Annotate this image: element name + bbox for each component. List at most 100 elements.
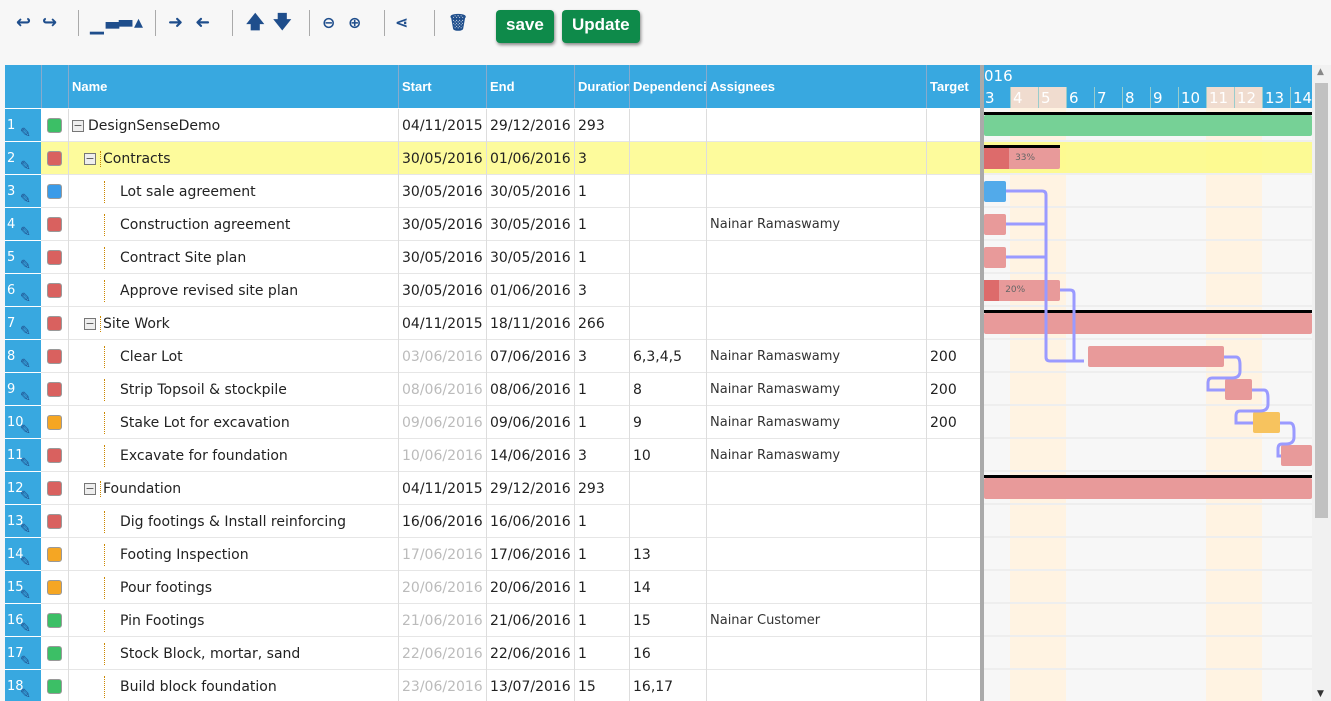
table-row[interactable]: 8 ✎ Clear Lot 03/06/2016 07/06/2016 3 6,3,4,5 N… xyxy=(5,340,980,373)
dep-cell[interactable] xyxy=(629,241,706,274)
dur-cell[interactable]: 1 xyxy=(574,175,629,208)
target-cell[interactable] xyxy=(926,670,980,701)
target-cell[interactable] xyxy=(926,307,980,340)
dependency-link[interactable] xyxy=(1206,355,1242,392)
name-cell[interactable]: − Contracts xyxy=(68,142,398,175)
target-cell[interactable] xyxy=(926,538,980,571)
dur-cell[interactable]: 15 xyxy=(574,670,629,701)
dependency-link[interactable] xyxy=(1234,388,1270,425)
table-row[interactable]: 13 ✎ Dig footings & Install reinforcing 16/… xyxy=(5,505,980,538)
end-cell[interactable]: 30/05/2016 xyxy=(486,175,574,208)
collapse-icon[interactable]: − xyxy=(72,120,84,132)
target-cell[interactable]: 200 xyxy=(926,406,980,439)
dur-cell[interactable]: 266 xyxy=(574,307,629,340)
row-number[interactable]: 17 ✎ xyxy=(5,637,41,670)
end-cell[interactable]: 20/06/2016 xyxy=(486,571,574,604)
table-row[interactable]: 1 ✎ − DesignSenseDemo 04/11/2015 29/12/2016 29… xyxy=(5,109,980,142)
target-cell[interactable] xyxy=(926,571,980,604)
header-duration[interactable]: Duration xyxy=(574,65,629,108)
dur-cell[interactable]: 3 xyxy=(574,142,629,175)
end-cell[interactable]: 30/05/2016 xyxy=(486,208,574,241)
end-cell[interactable]: 16/06/2016 xyxy=(486,505,574,538)
save-button[interactable]: save xyxy=(496,10,554,43)
dep-cell[interactable]: 16,17 xyxy=(629,670,706,701)
ass-cell[interactable]: Nainar Ramaswamy xyxy=(706,340,926,373)
name-cell[interactable]: Approve revised site plan xyxy=(68,274,398,307)
status-color-swatch[interactable] xyxy=(47,646,62,661)
vertical-scrollbar[interactable]: ▲ ▼ xyxy=(1312,65,1331,701)
start-cell[interactable]: 09/06/2016 xyxy=(398,406,486,439)
dep-cell[interactable]: 10 xyxy=(629,439,706,472)
status-color-swatch[interactable] xyxy=(47,316,62,331)
dur-cell[interactable]: 1 xyxy=(574,208,629,241)
scrollbar-thumb[interactable] xyxy=(1315,83,1328,518)
row-number[interactable]: 2 ✎ xyxy=(5,142,41,175)
end-cell[interactable]: 08/06/2016 xyxy=(486,373,574,406)
dep-cell[interactable] xyxy=(629,274,706,307)
start-cell[interactable]: 30/05/2016 xyxy=(398,175,486,208)
ass-cell[interactable] xyxy=(706,142,926,175)
end-cell[interactable]: 22/06/2016 xyxy=(486,637,574,670)
ass-cell[interactable] xyxy=(706,472,926,505)
name-cell[interactable]: Build block foundation xyxy=(68,670,398,701)
start-cell[interactable]: 22/06/2016 xyxy=(398,637,486,670)
ass-cell[interactable] xyxy=(706,274,926,307)
name-cell[interactable]: Strip Topsoil & stockpile xyxy=(68,373,398,406)
dependency-link[interactable] xyxy=(1276,421,1296,458)
collapse-icon[interactable]: − xyxy=(84,153,96,165)
start-cell[interactable]: 20/06/2016 xyxy=(398,571,486,604)
start-cell[interactable]: 10/06/2016 xyxy=(398,439,486,472)
dep-cell[interactable]: 9 xyxy=(629,406,706,439)
name-cell[interactable]: Footing Inspection xyxy=(68,538,398,571)
name-cell[interactable]: Stock Block, mortar, sand xyxy=(68,637,398,670)
row-number[interactable]: 15 ✎ xyxy=(5,571,41,604)
end-cell[interactable]: 29/12/2016 xyxy=(486,472,574,505)
dep-cell[interactable]: 6,3,4,5 xyxy=(629,340,706,373)
target-cell[interactable] xyxy=(926,241,980,274)
ass-cell[interactable] xyxy=(706,505,926,538)
table-row[interactable]: 9 ✎ Strip Topsoil & stockpile 08/06/2016 08/… xyxy=(5,373,980,406)
table-row[interactable]: 5 ✎ Contract Site plan 30/05/2016 30/05/2016… xyxy=(5,241,980,274)
dep-cell[interactable] xyxy=(629,142,706,175)
dep-cell[interactable]: 15 xyxy=(629,604,706,637)
dur-cell[interactable]: 293 xyxy=(574,472,629,505)
status-color-swatch[interactable] xyxy=(47,580,62,595)
end-cell[interactable]: 07/06/2016 xyxy=(486,340,574,373)
name-cell[interactable]: Contract Site plan xyxy=(68,241,398,274)
status-color-swatch[interactable] xyxy=(47,514,62,529)
dependency-link[interactable] xyxy=(1060,288,1076,361)
end-cell[interactable]: 17/06/2016 xyxy=(486,538,574,571)
table-row[interactable]: 12 ✎ − Foundation 04/11/2015 29/12/2016 293 xyxy=(5,472,980,505)
dur-cell[interactable]: 1 xyxy=(574,373,629,406)
table-row[interactable]: 6 ✎ Approve revised site plan 30/05/2016 01/… xyxy=(5,274,980,307)
table-row[interactable]: 18 ✎ Build block foundation 23/06/2016 13/07… xyxy=(5,670,980,701)
header-target[interactable]: Target xyxy=(926,65,980,108)
header-start[interactable]: Start xyxy=(398,65,486,108)
start-cell[interactable]: 04/11/2015 xyxy=(398,109,486,142)
end-cell[interactable]: 01/06/2016 xyxy=(486,274,574,307)
name-cell[interactable]: Dig footings & Install reinforcing xyxy=(68,505,398,538)
status-color-swatch[interactable] xyxy=(47,217,62,232)
ass-cell[interactable]: Nainar Ramaswamy xyxy=(706,373,926,406)
start-cell[interactable]: 16/06/2016 xyxy=(398,505,486,538)
collapse-icon[interactable]: − xyxy=(84,483,96,495)
target-cell[interactable] xyxy=(926,505,980,538)
name-cell[interactable]: Clear Lot xyxy=(68,340,398,373)
dep-cell[interactable] xyxy=(629,472,706,505)
status-color-swatch[interactable] xyxy=(47,448,62,463)
target-cell[interactable] xyxy=(926,439,980,472)
name-cell[interactable]: Construction agreement xyxy=(68,208,398,241)
ass-cell[interactable] xyxy=(706,637,926,670)
start-cell[interactable]: 04/11/2015 xyxy=(398,472,486,505)
table-row[interactable]: 7 ✎ − Site Work 04/11/2015 18/11/2016 266 xyxy=(5,307,980,340)
ass-cell[interactable] xyxy=(706,175,926,208)
name-cell[interactable]: Pin Footings xyxy=(68,604,398,637)
name-cell[interactable]: − Foundation xyxy=(68,472,398,505)
ass-cell[interactable] xyxy=(706,241,926,274)
target-cell[interactable] xyxy=(926,604,980,637)
target-cell[interactable] xyxy=(926,109,980,142)
start-cell[interactable]: 17/06/2016 xyxy=(398,538,486,571)
row-number[interactable]: 4 ✎ xyxy=(5,208,41,241)
row-number[interactable]: 3 ✎ xyxy=(5,175,41,208)
dur-cell[interactable]: 1 xyxy=(574,604,629,637)
